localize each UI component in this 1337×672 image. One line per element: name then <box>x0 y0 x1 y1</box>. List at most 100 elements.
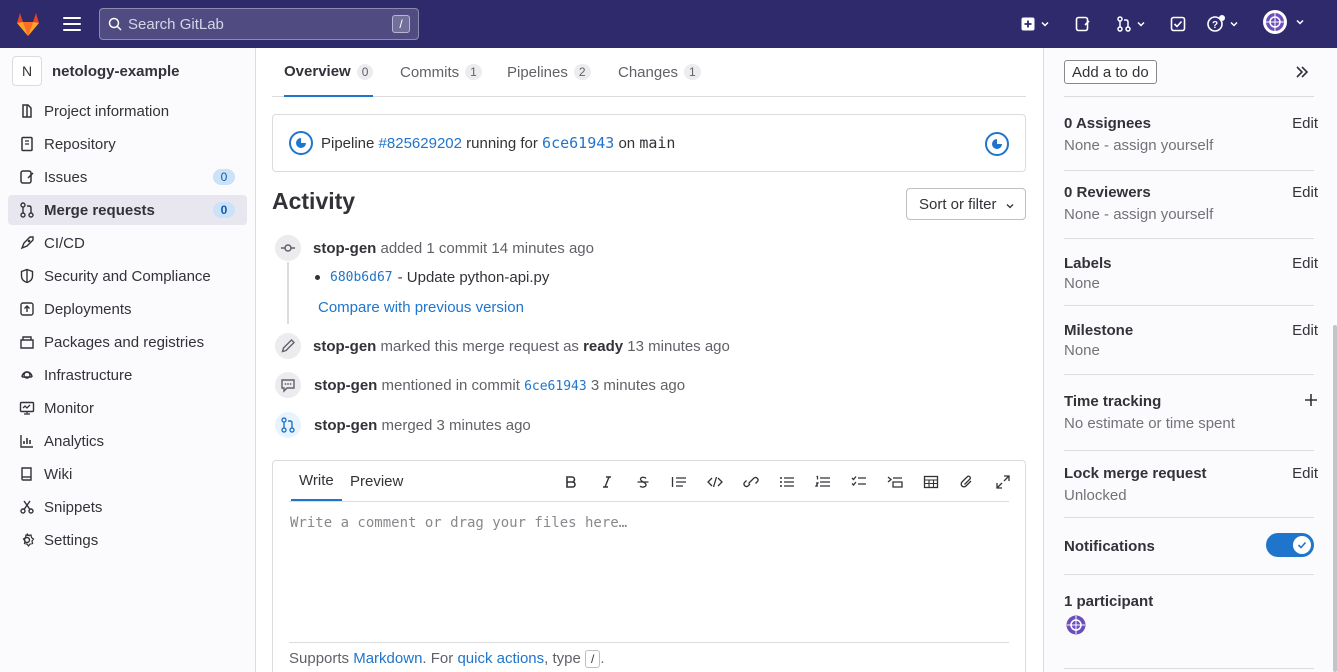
bold-icon[interactable] <box>553 473 589 491</box>
participants-block: 1 participant <box>1064 593 1314 635</box>
tab-pipelines[interactable]: Pipelines 2 <box>507 48 591 96</box>
edit-lock-button[interactable]: Edit <box>1292 465 1318 482</box>
table-icon[interactable] <box>913 473 949 491</box>
comment-textarea[interactable]: Write a comment or drag your files here… <box>290 515 627 531</box>
rocket-icon <box>19 235 35 251</box>
tab-preview[interactable]: Preview <box>350 461 403 501</box>
task-list-icon[interactable] <box>841 473 877 491</box>
sidebar-item-label: Snippets <box>44 498 103 516</box>
numbered-list-icon[interactable] <box>805 473 841 491</box>
pipeline-id-link[interactable]: #825629202 <box>379 135 462 152</box>
participants-title: 1 participant <box>1064 593 1154 610</box>
strikethrough-icon[interactable] <box>625 473 661 491</box>
status-running-icon[interactable] <box>289 131 313 155</box>
event-user[interactable]: stop-gen <box>313 240 376 257</box>
timeline-event-commit: stop-gen added 1 commit 14 minutes ago <box>313 240 594 257</box>
italic-icon[interactable] <box>589 473 625 491</box>
pipeline-commit-link[interactable]: 6ce61943 <box>542 134 614 152</box>
sidebar-item-label: Packages and registries <box>44 333 205 351</box>
gitlab-logo-icon[interactable] <box>14 10 42 38</box>
event-user[interactable]: stop-gen <box>314 417 377 434</box>
link-icon[interactable] <box>733 473 769 491</box>
add-todo-button[interactable]: Add a to do <box>1064 60 1157 84</box>
quote-icon[interactable] <box>661 473 697 491</box>
chevron-double-right-icon[interactable] <box>1294 64 1310 83</box>
time-tracking-block: Time tracking No estimate or time spent <box>1064 393 1317 432</box>
sidebar-item-packages[interactable]: Packages and registries <box>8 327 247 357</box>
cloud-gear-icon <box>19 367 35 383</box>
package-icon <box>19 334 35 350</box>
pipeline-branch[interactable]: main <box>639 134 675 152</box>
search-input[interactable]: Search GitLab / <box>99 8 419 40</box>
quick-actions-link[interactable]: quick actions <box>457 650 544 667</box>
mention-commit-link[interactable]: 6ce61943 <box>524 379 587 394</box>
assignees-block: 0 Assignees None - assign yourself Edit <box>1064 115 1318 154</box>
edit-reviewers-button[interactable]: Edit <box>1292 184 1318 201</box>
sidebar-item-deployments[interactable]: Deployments <box>8 294 247 324</box>
event-state: ready <box>583 338 624 355</box>
notifications-toggle[interactable] <box>1266 533 1314 557</box>
sidebar-item-settings[interactable]: Settings <box>8 525 247 555</box>
project-sidebar: N netology-example Project information R… <box>0 48 256 672</box>
help-button[interactable]: ? <box>1207 14 1239 34</box>
commit-sha-link[interactable]: 680b6d67 <box>330 270 393 285</box>
sidebar-item-label: Project information <box>44 102 170 120</box>
avatar[interactable] <box>1066 615 1086 638</box>
issues-button[interactable] <box>1075 14 1091 34</box>
fullscreen-icon[interactable] <box>985 473 1021 491</box>
sidebar-item-monitor[interactable]: Monitor <box>8 393 247 423</box>
issues-icon <box>1075 16 1090 32</box>
sidebar-item-merge-requests[interactable]: Merge requests 0 <box>8 195 247 225</box>
collapsible-icon[interactable] <box>877 473 913 491</box>
sidebar-item-infrastructure[interactable]: Infrastructure <box>8 360 247 390</box>
compare-versions-link[interactable]: Compare with previous version <box>318 299 524 316</box>
mini-pipeline-graph-icon[interactable] <box>985 132 1009 156</box>
plus-icon[interactable] <box>1304 393 1318 411</box>
sidebar-item-snippets[interactable]: Snippets <box>8 492 247 522</box>
sidebar-item-project-information[interactable]: Project information <box>8 96 247 126</box>
sidebar-item-label: Infrastructure <box>44 366 133 384</box>
event-time: 3 minutes ago <box>590 377 686 394</box>
edit-labels-button[interactable]: Edit <box>1292 255 1318 272</box>
attach-icon[interactable] <box>949 473 985 491</box>
merge-requests-button[interactable] <box>1116 14 1146 34</box>
sidebar-item-repository[interactable]: Repository <box>8 129 247 159</box>
sidebar-item-security[interactable]: Security and Compliance <box>8 261 247 291</box>
reviewers-value[interactable]: None - assign yourself <box>1064 206 1314 223</box>
sort-filter-dropdown[interactable]: Sort or filter <box>906 188 1026 220</box>
book-icon <box>19 466 35 482</box>
scrollbar-thumb[interactable] <box>1333 325 1337 672</box>
code-icon[interactable] <box>697 473 733 491</box>
avatar <box>1263 10 1287 34</box>
event-user[interactable]: stop-gen <box>313 338 376 355</box>
tab-commits[interactable]: Commits 1 <box>400 48 482 96</box>
create-new-button[interactable] <box>1020 14 1050 34</box>
assignees-value[interactable]: None - assign yourself <box>1064 137 1314 154</box>
markdown-link[interactable]: Markdown <box>353 650 422 667</box>
sidebar-item-ci-cd[interactable]: CI/CD <box>8 228 247 258</box>
search-icon <box>108 17 122 31</box>
tab-changes[interactable]: Changes 1 <box>618 48 701 96</box>
sidebar-item-label: Merge requests <box>44 201 155 219</box>
edit-assignees-button[interactable]: Edit <box>1292 115 1318 132</box>
pipeline-on-text: on <box>618 135 636 152</box>
tab-write[interactable]: Write <box>291 461 342 501</box>
menu-icon[interactable] <box>62 15 82 33</box>
event-user[interactable]: stop-gen <box>314 377 377 394</box>
pipeline-text: Pipeline #825629202 running for 6ce61943… <box>321 134 675 152</box>
footer-text: . For <box>422 650 454 667</box>
sidebar-item-issues[interactable]: Issues 0 <box>8 162 247 192</box>
sidebar-item-wiki[interactable]: Wiki <box>8 459 247 489</box>
sidebar-item-label: Security and Compliance <box>44 267 211 285</box>
pipeline-prefix: Pipeline <box>321 135 375 152</box>
commit-message: - Update python-api.py <box>397 269 550 286</box>
divider <box>1064 305 1314 306</box>
sidebar-item-analytics[interactable]: Analytics <box>8 426 247 456</box>
tab-overview[interactable]: Overview 0 <box>284 48 374 97</box>
edit-milestone-button[interactable]: Edit <box>1292 322 1318 339</box>
deployments-icon <box>19 301 35 317</box>
todos-button[interactable] <box>1170 14 1186 34</box>
bullet-list-icon[interactable] <box>769 473 805 491</box>
user-menu-button[interactable] <box>1263 10 1305 34</box>
project-header[interactable]: N netology-example <box>12 56 180 86</box>
